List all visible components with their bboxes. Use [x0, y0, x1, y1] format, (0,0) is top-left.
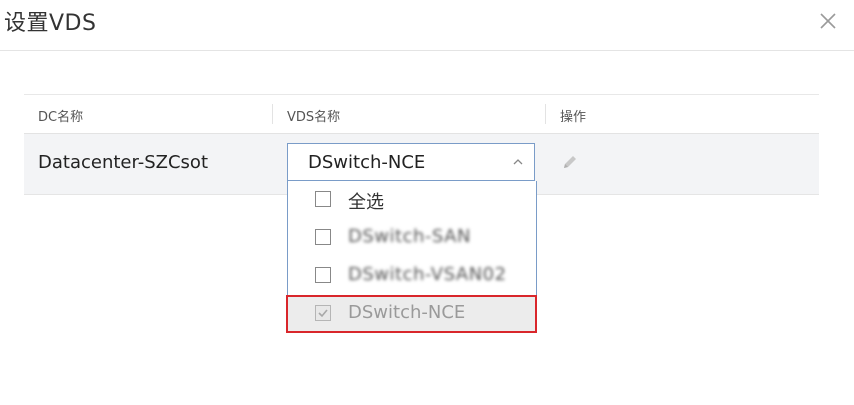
- dialog-title: 设置VDS: [4, 11, 97, 36]
- vds-select[interactable]: DSwitch-NCE: [287, 143, 535, 181]
- checkbox[interactable]: [315, 267, 331, 283]
- column-divider: [545, 104, 546, 124]
- column-header-action: 操作: [560, 110, 587, 125]
- close-icon[interactable]: [815, 8, 841, 34]
- option-dswitch-nce: DSwitch-NCE: [288, 295, 536, 333]
- column-header-vds-name: VDS名称: [287, 110, 341, 125]
- column-divider: [272, 104, 273, 124]
- option-label: DSwitch-VSAN02: [348, 264, 507, 285]
- option-vds-2[interactable]: DSwitch-SAN: [288, 219, 536, 257]
- option-label: DSwitch-SAN: [348, 226, 471, 247]
- column-header-dc-name: DC名称: [38, 110, 84, 125]
- vds-dropdown-list: 全选 DSwitch-SAN DSwitch-VSAN02 DSwitch-NC…: [287, 181, 537, 333]
- vds-table: DC名称 VDS名称 操作 Datacenter-SZCsot DSwitch-…: [24, 94, 819, 195]
- header-divider: [0, 50, 854, 51]
- close-button[interactable]: [815, 8, 841, 34]
- option-vds-3[interactable]: DSwitch-VSAN02: [288, 257, 536, 295]
- checkbox[interactable]: [315, 229, 331, 245]
- dc-name-cell: Datacenter-SZCsot: [38, 152, 209, 173]
- checkbox[interactable]: [315, 191, 331, 207]
- checkmark-icon: [318, 309, 328, 318]
- vds-select-value: DSwitch-NCE: [308, 152, 426, 173]
- option-label: DSwitch-NCE: [348, 302, 466, 323]
- chevron-up-icon[interactable]: [512, 157, 524, 167]
- edit-icon[interactable]: [561, 153, 579, 171]
- checkbox-checked: [315, 305, 331, 321]
- table-header: DC名称 VDS名称 操作: [24, 95, 819, 134]
- option-select-all[interactable]: 全选: [288, 181, 536, 219]
- option-label: 全选: [348, 192, 384, 213]
